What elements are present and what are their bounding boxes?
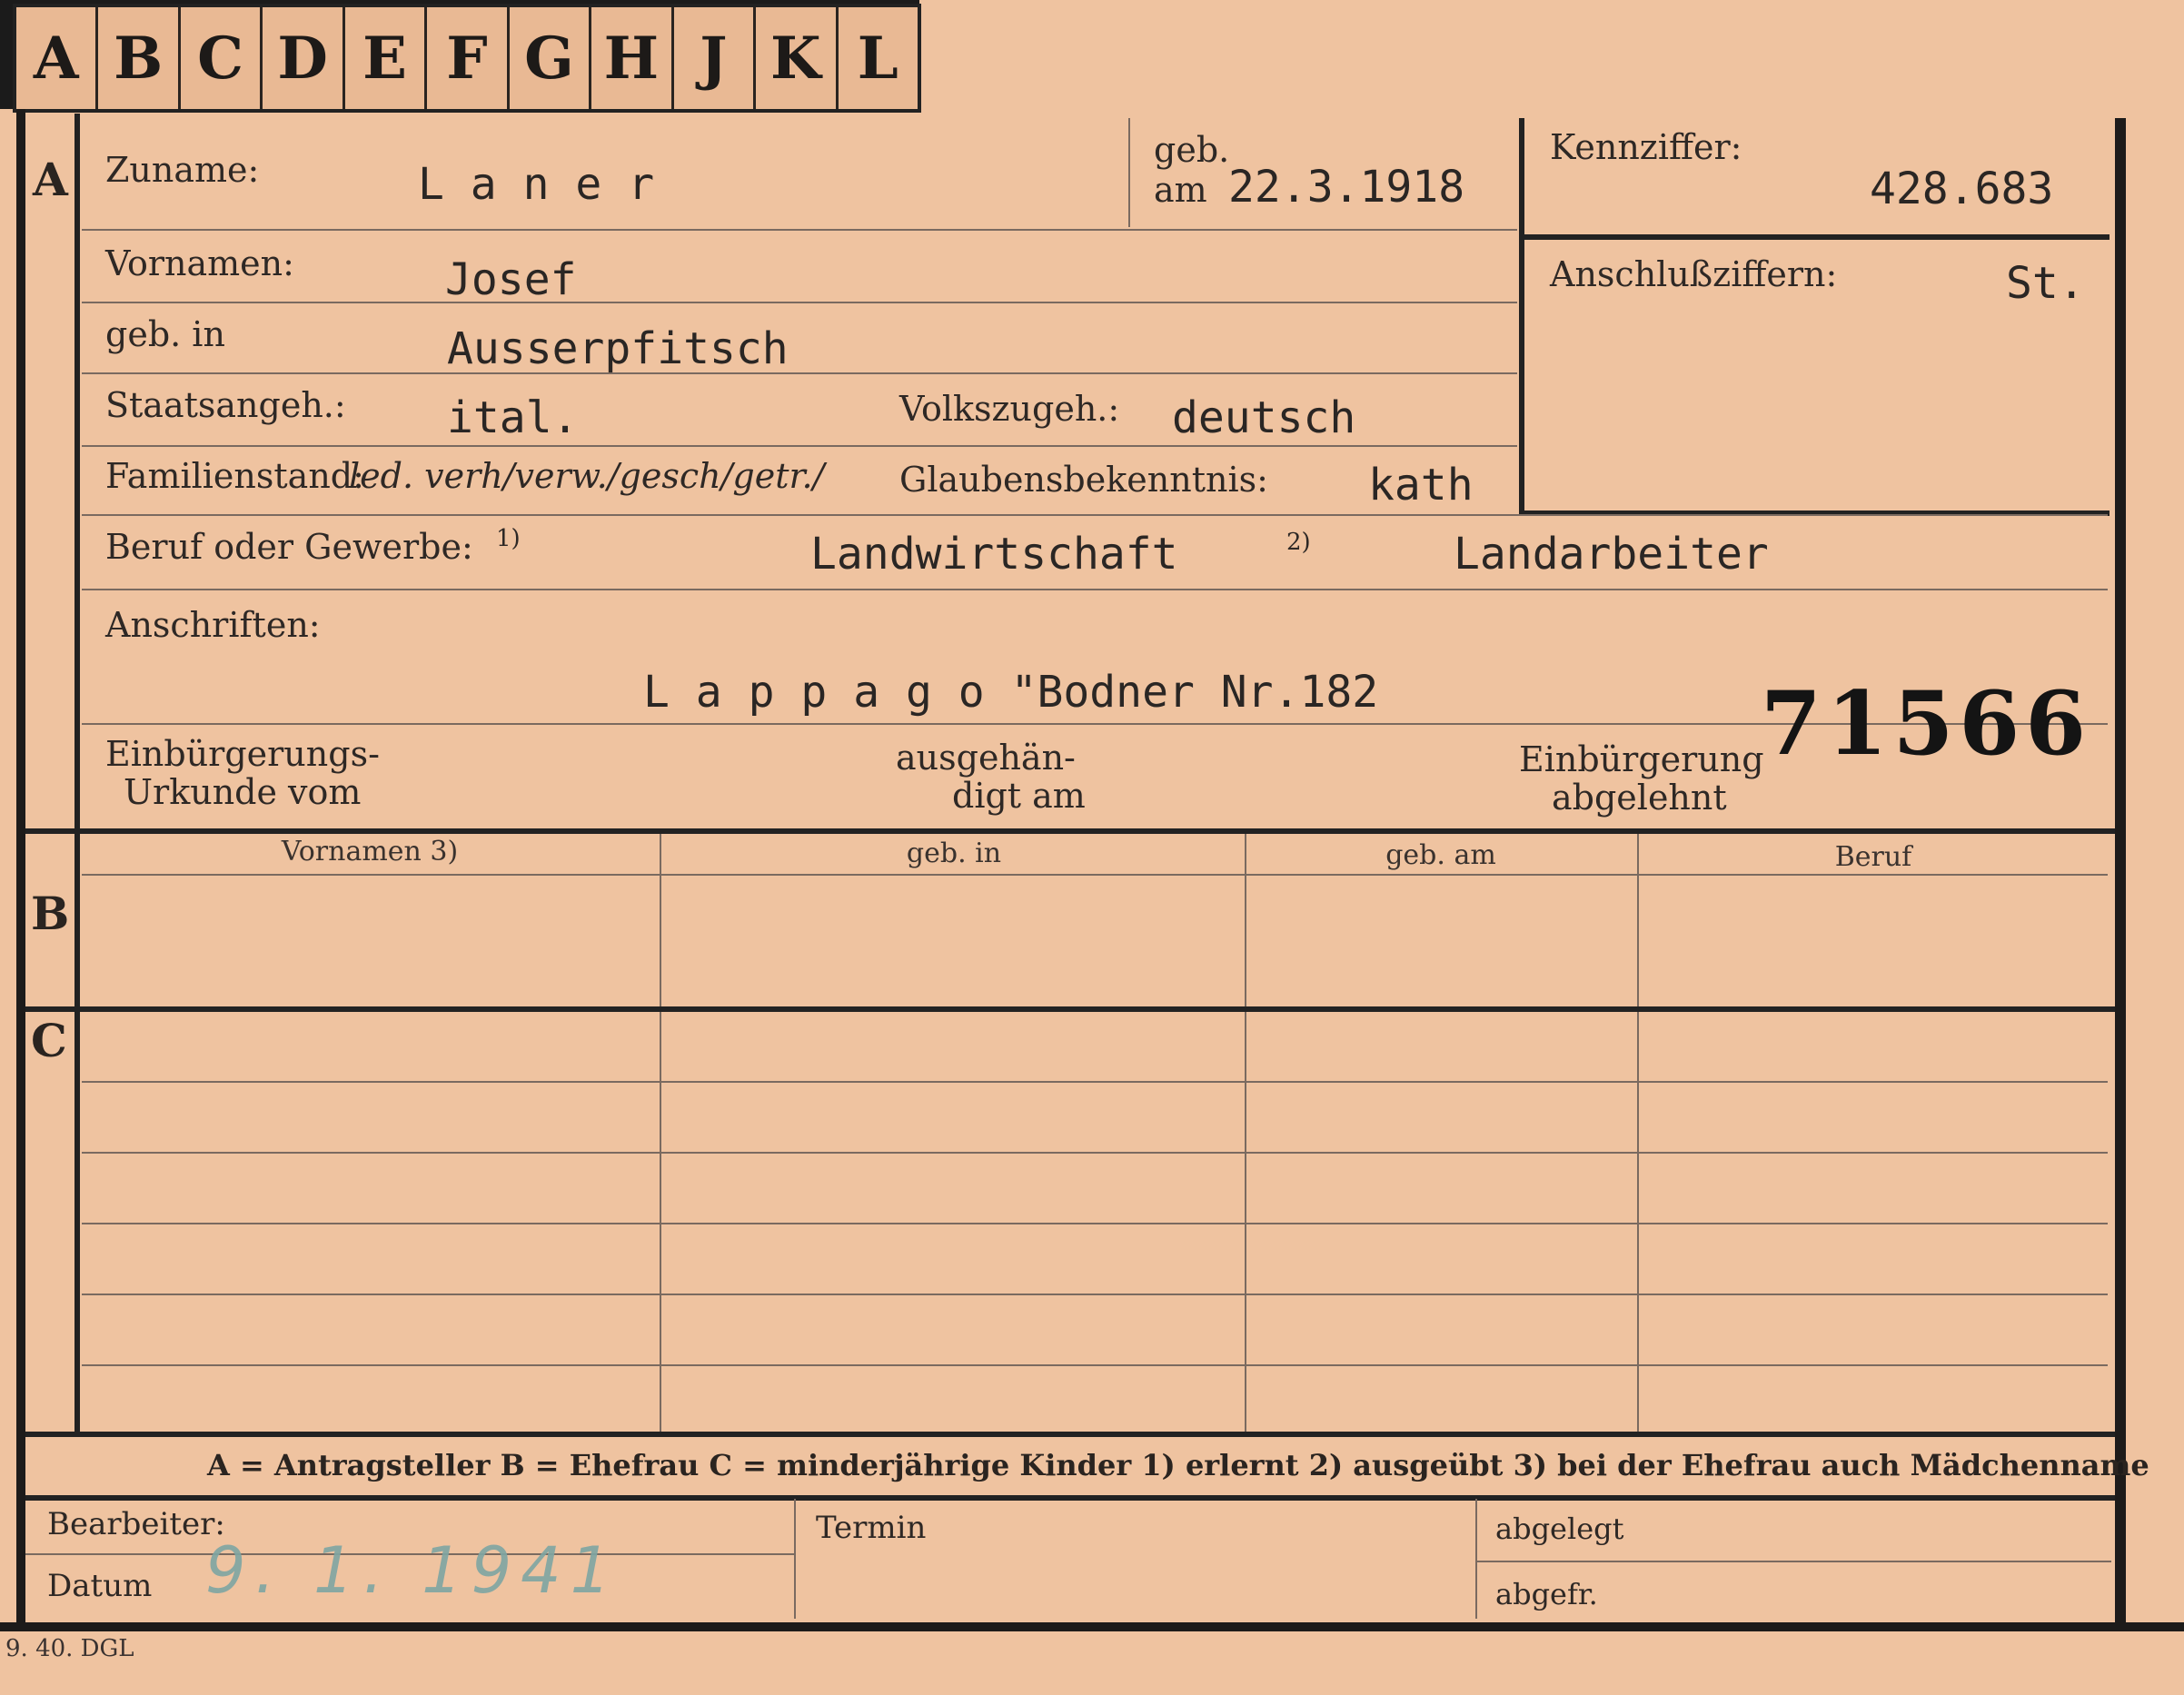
urkunde-label-2: Urkunde vom xyxy=(124,772,362,812)
kennziffer-label: Kennziffer: xyxy=(1550,127,1742,167)
staatsangeh-value: ital. xyxy=(447,392,579,443)
divider xyxy=(1128,118,1130,227)
anschlussziffern-label: Anschlußziffern: xyxy=(1550,254,1838,294)
rule xyxy=(82,1223,2108,1224)
legend-text: A = Antragsteller B = Ehefrau C = minder… xyxy=(207,1448,2149,1482)
beruf-marker-2: 2) xyxy=(1286,529,1311,556)
col-vornamen: Vornamen 3) xyxy=(281,836,459,867)
beruf-label: Beruf oder Gewerbe: xyxy=(105,527,473,567)
right-edge xyxy=(2115,118,2126,1631)
familienstand-value: led. verh/verw./gesch/getr./ xyxy=(349,456,825,496)
tab-h[interactable]: H xyxy=(591,7,674,109)
section-divider xyxy=(74,114,80,1435)
rule xyxy=(82,302,1517,303)
col-line xyxy=(1245,834,1246,1433)
print-code: 9. 40. DGL xyxy=(5,1635,134,1662)
tab-c[interactable]: C xyxy=(181,7,263,109)
tab-a[interactable]: A xyxy=(16,7,99,109)
abgelehnt-label-2: abgelehnt xyxy=(1552,778,1727,818)
ausgehaendigt-label-2: digt am xyxy=(952,776,1086,816)
glaubensbekenntnis-value: kath xyxy=(1368,460,1474,510)
volkszugeh-value: deutsch xyxy=(1172,392,1356,443)
rule xyxy=(82,445,1517,447)
zuname-value: L a n e r xyxy=(418,159,655,210)
left-edge xyxy=(16,109,25,1631)
zuname-label: Zuname: xyxy=(105,150,260,190)
anschriften-value: L a p p a g o "Bodner Nr.182 xyxy=(643,667,1379,718)
col-geb-in: geb. in xyxy=(906,838,1002,869)
tab-g[interactable]: G xyxy=(510,7,592,109)
geb-in-label: geb. in xyxy=(105,314,225,354)
right-box-border xyxy=(1519,118,1524,516)
urkunde-label-1: Einbürgerungs- xyxy=(105,734,380,774)
tab-e[interactable]: E xyxy=(345,7,428,109)
tab-d[interactable]: D xyxy=(263,7,345,109)
rule xyxy=(82,589,2108,590)
tab-k[interactable]: K xyxy=(756,7,839,109)
legend-bottom xyxy=(25,1495,2115,1501)
tab-b[interactable]: B xyxy=(98,7,181,109)
bottom-edge xyxy=(0,1622,2184,1631)
staatsangeh-label: Staatsangeh.: xyxy=(105,385,346,425)
geb-am-label-top: geb. xyxy=(1154,130,1230,170)
section-c-top xyxy=(25,1006,2115,1012)
vornamen-label: Vornamen: xyxy=(105,243,294,283)
geb-in-value: Ausserpfitsch xyxy=(447,323,789,374)
legend-top xyxy=(25,1432,2115,1437)
section-c-label: C xyxy=(31,1014,67,1067)
abgefr-label: abgefr. xyxy=(1495,1577,1598,1611)
stamp-number: 71566 xyxy=(1761,672,2091,775)
tab-l[interactable]: L xyxy=(839,7,918,109)
beruf-erlernt-value: Landwirtschaft xyxy=(810,529,1178,580)
geb-am-value: 22.3.1918 xyxy=(1228,162,1465,213)
termin-label: Termin xyxy=(816,1510,927,1546)
rule xyxy=(82,1294,2108,1295)
beruf-ausgeuebt-value: Landarbeiter xyxy=(1454,529,1769,580)
beruf-marker-1: 1) xyxy=(496,525,521,552)
rule xyxy=(1475,1561,2111,1562)
abgelegt-label: abgelegt xyxy=(1495,1512,1624,1546)
rule xyxy=(82,1152,2108,1154)
familienstand-label: Familienstand: xyxy=(105,456,364,496)
col-beruf: Beruf xyxy=(1834,841,1912,873)
col-line xyxy=(794,1499,796,1619)
abgelehnt-label-1: Einbürgerung xyxy=(1519,739,1764,779)
tab-f[interactable]: F xyxy=(427,7,510,109)
rule xyxy=(82,372,1517,374)
rule xyxy=(82,874,2108,876)
bearbeiter-label: Bearbeiter: xyxy=(47,1506,225,1542)
volkszugeh-label: Volkszugeh.: xyxy=(899,389,1120,429)
geb-am-label-bottom: am xyxy=(1154,170,1207,210)
rule xyxy=(82,1081,2108,1083)
rule xyxy=(82,229,1517,231)
section-b-label: B xyxy=(31,887,70,940)
right-box-divider xyxy=(1519,234,2110,240)
anschlussziffern-value: St. xyxy=(2006,258,2085,309)
letter-tabs: A B C D E F G H J K L xyxy=(13,4,921,113)
glaubensbekenntnis-label: Glaubensbekenntnis: xyxy=(899,460,1268,500)
kennziffer-value: 428.683 xyxy=(1870,164,2054,214)
section-a-label: A xyxy=(33,153,68,206)
vornamen-value: Josef xyxy=(445,254,577,305)
col-line xyxy=(1637,834,1639,1433)
datum-label: Datum xyxy=(47,1568,153,1604)
rule xyxy=(82,514,2108,516)
section-b-top xyxy=(25,828,2115,834)
ausgehaendigt-label-1: ausgehän- xyxy=(896,738,1076,778)
anschriften-label: Anschriften: xyxy=(105,605,321,645)
col-line xyxy=(660,834,661,1433)
col-geb-am: geb. am xyxy=(1385,839,1496,871)
tab-j[interactable]: J xyxy=(674,7,757,109)
datum-handwritten: 9. 1. 1941 xyxy=(205,1533,620,1608)
col-line xyxy=(1475,1499,1477,1619)
rule xyxy=(82,1364,2108,1366)
